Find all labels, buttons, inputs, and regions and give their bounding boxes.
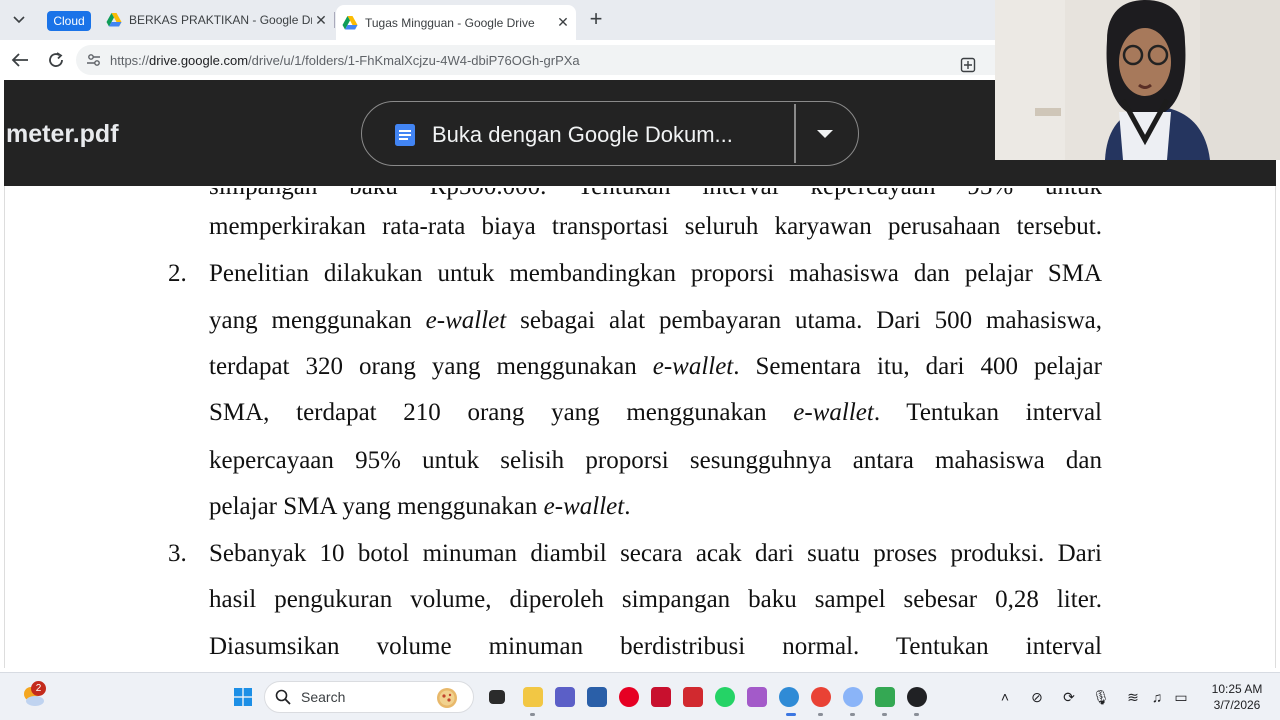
text-run: .	[624, 493, 631, 520]
active-indicator	[786, 713, 796, 716]
text-line: pelajar SMA yang menggunakan e-wallet.	[209, 490, 1102, 524]
running-indicator	[914, 713, 919, 716]
sheets-app-icon[interactable]	[875, 687, 895, 707]
open-with-google-docs-button[interactable]: Buka dengan Google Dokum...	[361, 101, 859, 166]
chevron-up-icon[interactable]: ˄	[996, 688, 1014, 706]
reload-icon	[49, 52, 63, 67]
list-number: 3.	[168, 540, 187, 567]
profile-app-icon[interactable]	[843, 687, 863, 707]
text-run-italic: e-wallet	[793, 399, 874, 426]
text-line: SMA, terdapat 210 orang yang menggunakan…	[209, 396, 1102, 430]
notification-badge: 2	[31, 681, 46, 696]
text-run: pelajar SMA yang menggunakan	[209, 493, 544, 520]
wifi-icon[interactable]: ≋	[1124, 688, 1142, 706]
text-run-italic: e-wallet	[652, 353, 734, 380]
close-icon[interactable]: ✕	[554, 14, 572, 31]
volume-icon[interactable]: ♫	[1148, 688, 1166, 706]
text-line: hasil pengukuran volume, diperoleh simpa…	[209, 586, 1102, 613]
text-run: SMA, terdapat 210 orang yang menggunakan	[209, 399, 794, 426]
search-icon	[275, 689, 291, 705]
tab-title: BERKAS PRAKTIKAN - Google Driv	[129, 13, 312, 27]
url-host: drive.google.com	[149, 52, 249, 68]
obs-icon[interactable]	[907, 687, 927, 707]
webcam-overlay	[995, 0, 1280, 160]
running-indicator	[850, 713, 855, 716]
text-line: memperkirakan rata-rata biaya transporta…	[209, 213, 1102, 240]
chevron-down-icon	[13, 16, 25, 24]
text-run-italic: e-wallet	[425, 307, 507, 334]
search-highlight-pizza-icon	[437, 688, 457, 708]
task-view-icon[interactable]	[489, 690, 505, 704]
url-text: https://drive.google.com/drive/u/1/folde…	[110, 53, 580, 68]
arrow-left-icon	[11, 53, 28, 67]
pdf-page[interactable]: simpangan baku Rp500.000. Tentukan inter…	[4, 186, 1276, 668]
whatsapp-icon[interactable]	[715, 687, 735, 707]
open-with-label: Buka dengan Google Dokum...	[432, 122, 733, 147]
tab-search-button[interactable]	[6, 7, 32, 33]
new-tab-button[interactable]: +	[584, 8, 608, 32]
install-app-icon[interactable]	[960, 57, 976, 73]
reload-button[interactable]	[44, 48, 68, 72]
text-line: Penelitian dilakukan untuk membandingkan…	[209, 260, 1102, 287]
url-scheme: https://	[110, 52, 150, 68]
list-number: 2.	[168, 260, 187, 287]
tab-title: Tugas Mingguan - Google Drive	[365, 15, 535, 30]
running-indicator	[818, 713, 823, 716]
google-drive-icon	[106, 13, 122, 27]
system-clock[interactable]: 10:25 AM 3/7/2026	[1204, 681, 1270, 713]
text-run: . Sementara itu, dari 400 pelajar	[733, 353, 1102, 380]
file-explorer-icon[interactable]	[523, 687, 543, 707]
dropdown-caret-icon[interactable]	[817, 130, 833, 138]
tab-group-cloud[interactable]: Cloud	[47, 11, 91, 31]
search-placeholder: Search	[301, 689, 346, 705]
file-name: meter.pdf	[6, 120, 119, 148]
back-button[interactable]	[8, 48, 32, 72]
mcafee-icon[interactable]	[651, 687, 671, 707]
url-path: /drive/u/1/folders/1-FhKmalXcjzu-4W4-dbi…	[248, 52, 580, 68]
button-divider	[794, 104, 796, 163]
microphone-icon[interactable]: 🎙	[1092, 688, 1110, 706]
text-run: . Tentukan interval	[873, 399, 1102, 426]
text-line: Sebanyak 10 botol minuman diambil secara…	[209, 540, 1102, 567]
pinterest-icon[interactable]	[619, 687, 639, 707]
text-line-cut: simpangan baku Rp500.000. Tentukan inter…	[209, 186, 1102, 200]
text-line: terdapat 320 orang yang menggunakan e-wa…	[209, 350, 1102, 384]
edge-icon[interactable]	[779, 687, 799, 707]
tab-separator	[334, 12, 335, 28]
tab-berkas-praktikan[interactable]: BERKAS PRAKTIKAN - Google Driv ✕	[100, 5, 334, 35]
tab-tugas-mingguan[interactable]: Tugas Mingguan - Google Drive ✕	[336, 5, 576, 40]
text-line: yang menggunakan e-wallet sebagai alat p…	[209, 304, 1102, 338]
running-indicator	[882, 713, 887, 716]
clock-time: 10:25 AM	[1211, 682, 1263, 696]
clock-date: 3/7/2026	[1213, 698, 1261, 712]
running-indicator	[530, 713, 535, 716]
taskbar-search-box[interactable]: Search	[264, 681, 474, 713]
chrome-icon[interactable]	[811, 687, 831, 707]
teams-icon[interactable]	[555, 687, 575, 707]
taskbar: 2 Search ˄ ⊘ ⟳ 🎙 ≋ ♫ ▭ 10:25 AM 3/7/2026	[0, 672, 1280, 720]
text-line: kepercayaan 95% untuk selisih proporsi s…	[209, 447, 1102, 474]
windows-start-icon[interactable]	[234, 688, 252, 706]
meet-now-icon[interactable]: ⊘	[1028, 688, 1046, 706]
sync-icon[interactable]: ⟳	[1060, 688, 1078, 706]
text-run: yang menggunakan	[209, 307, 426, 334]
text-run: terdapat 320 orang yang menggunakan	[209, 353, 653, 380]
site-info-icon[interactable]	[86, 52, 102, 68]
battery-icon[interactable]: ▭	[1172, 688, 1190, 706]
text-run: sebagai alat pembayaran utama. Dari 500 …	[506, 307, 1102, 334]
text-run-italic: e-wallet	[543, 493, 625, 520]
address-bar[interactable]: https://drive.google.com/drive/u/1/folde…	[76, 45, 1016, 75]
google-drive-icon	[342, 15, 358, 29]
letter-app-icon[interactable]	[683, 687, 703, 707]
microsoft-store-icon[interactable]	[587, 687, 607, 707]
google-docs-icon	[395, 124, 415, 146]
text-line: Diasumsikan volume minuman berdistribusi…	[209, 633, 1102, 660]
presenter-video-image	[995, 0, 1280, 160]
copilot-icon[interactable]	[747, 687, 767, 707]
close-icon[interactable]: ✕	[312, 12, 330, 29]
